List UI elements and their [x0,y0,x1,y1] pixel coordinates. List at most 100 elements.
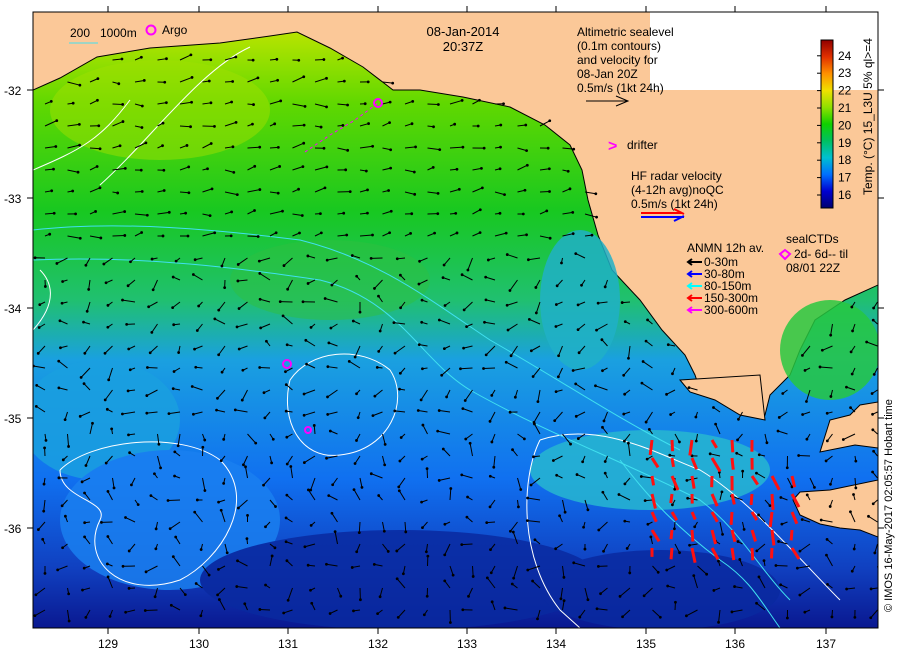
velocity-arrow-head [398,371,402,375]
velocity-arrow-head [96,77,100,81]
velocity-arrow-head [77,122,81,126]
velocity-arrow-head [466,495,469,499]
velocity-arrow-head [757,513,760,517]
hf-radar-arrow [669,529,674,540]
velocity-arrow-head [798,593,802,597]
velocity-arrow-head [37,528,40,531]
velocity-arrow-head [309,588,312,592]
velocity-arrow-head [284,383,288,387]
velocity-arrow-head [645,457,649,461]
x-tick-label: 132 [368,637,388,651]
velocity-arrow-head [232,171,236,174]
velocity-arrow-head [498,211,502,215]
velocity-arrow-head [623,482,627,486]
colorbar-tick-label: 19 [838,136,852,150]
velocity-arrow-head [203,489,207,492]
velocity-arrow-head [231,80,235,83]
velocity-arrow-head [220,264,224,268]
velocity-arrow-head [107,378,111,382]
velocity-arrow-head [306,282,310,285]
velocity-arrow-head [687,386,691,390]
velocity-arrow-head [123,166,127,170]
velocity-arrow-head [781,392,785,395]
velocity-arrow-head [258,608,262,611]
velocity-arrow-head [426,554,430,558]
velocity-arrow-head [305,362,308,366]
velocity-arrow-head [352,609,355,613]
velocity-arrow-head [413,192,417,196]
velocity-arrow-head [258,145,262,149]
velocity-arrow-head [460,99,464,102]
velocity-arrow-head [825,411,829,415]
velocity-arrow-head [581,460,585,464]
velocity-arrow-head [525,149,528,152]
velocity-arrow-head [492,465,496,469]
velocity-arrow-head [478,208,482,212]
velocity-arrow-head [536,400,540,404]
velocity-arrow-head [371,414,375,417]
velocity-arrow-head [594,384,597,388]
velocity-arrow-head [488,419,492,423]
velocity-arrow-head [849,406,852,410]
velocity-arrow-head [55,262,59,265]
velocity-arrow-head [708,452,712,456]
velocity-arrow-head [870,392,874,395]
map-time: 20:37Z [443,39,484,54]
velocity-arrow-head [741,469,745,473]
velocity-arrow-head [369,256,373,260]
velocity-arrow-head [275,57,279,61]
velocity-arrow-head [375,365,379,369]
velocity-arrow-head [43,285,47,288]
velocity-arrow-head [602,549,605,553]
velocity-arrow-head [301,165,305,169]
x-tick-label: 130 [189,637,209,651]
velocity-arrow-head [527,317,531,321]
velocity-arrow-head [388,231,392,235]
velocity-arrow-head [805,400,808,403]
velocity-arrow-head [149,494,153,498]
velocity-arrow-head [129,260,132,264]
velocity-arrow-head [302,392,306,396]
velocity-arrow-head [176,444,180,448]
velocity-arrow-head [71,101,75,105]
velocity-arrow-head [276,191,280,195]
velocity-arrow-head [301,300,305,304]
altimetry-line: Altimetric sealevel [577,25,674,39]
velocity-arrow-head [172,323,176,327]
velocity-arrow-head [536,617,539,621]
anmn-legend-label: 300-600m [704,303,758,317]
velocity-arrow-head [488,505,492,509]
velocity-arrow-head [59,346,62,350]
velocity-arrow-head [762,559,766,563]
hf-radar-arrow [730,457,735,470]
velocity-arrow [179,125,191,128]
velocity-arrow-head [161,234,165,238]
velocity-arrow-head [396,615,400,619]
velocity-arrow-head [173,474,176,478]
velocity-arrow-head [466,268,470,272]
velocity-arrow-head [225,551,229,555]
velocity-arrow-head [78,83,82,87]
velocity-arrow-head [326,413,330,416]
velocity-arrow-head [193,258,197,262]
velocity-arrow-head [289,465,293,468]
velocity-arrow-head [284,516,288,520]
velocity-arrow-head [323,297,327,300]
velocity-arrow-head [302,141,306,145]
velocity-arrow [259,608,271,611]
velocity-arrow-head [48,232,52,236]
velocity-arrow-head [617,493,621,496]
velocity-arrow-head [623,392,627,396]
velocity-arrow-head [52,211,56,215]
velocity-arrow-head [386,550,390,553]
velocity-arrow-head [121,298,124,302]
velocity-arrow-head [285,435,289,439]
velocity-arrow-head [243,602,247,606]
velocity-arrow-head [488,474,492,478]
velocity-arrow-head [258,366,262,369]
velocity-arrow-head [60,504,64,508]
velocity-arrow-head [209,101,213,105]
velocity-arrow-head [108,614,112,618]
velocity-arrow-head [532,455,535,459]
velocity-arrow-head [203,438,207,442]
